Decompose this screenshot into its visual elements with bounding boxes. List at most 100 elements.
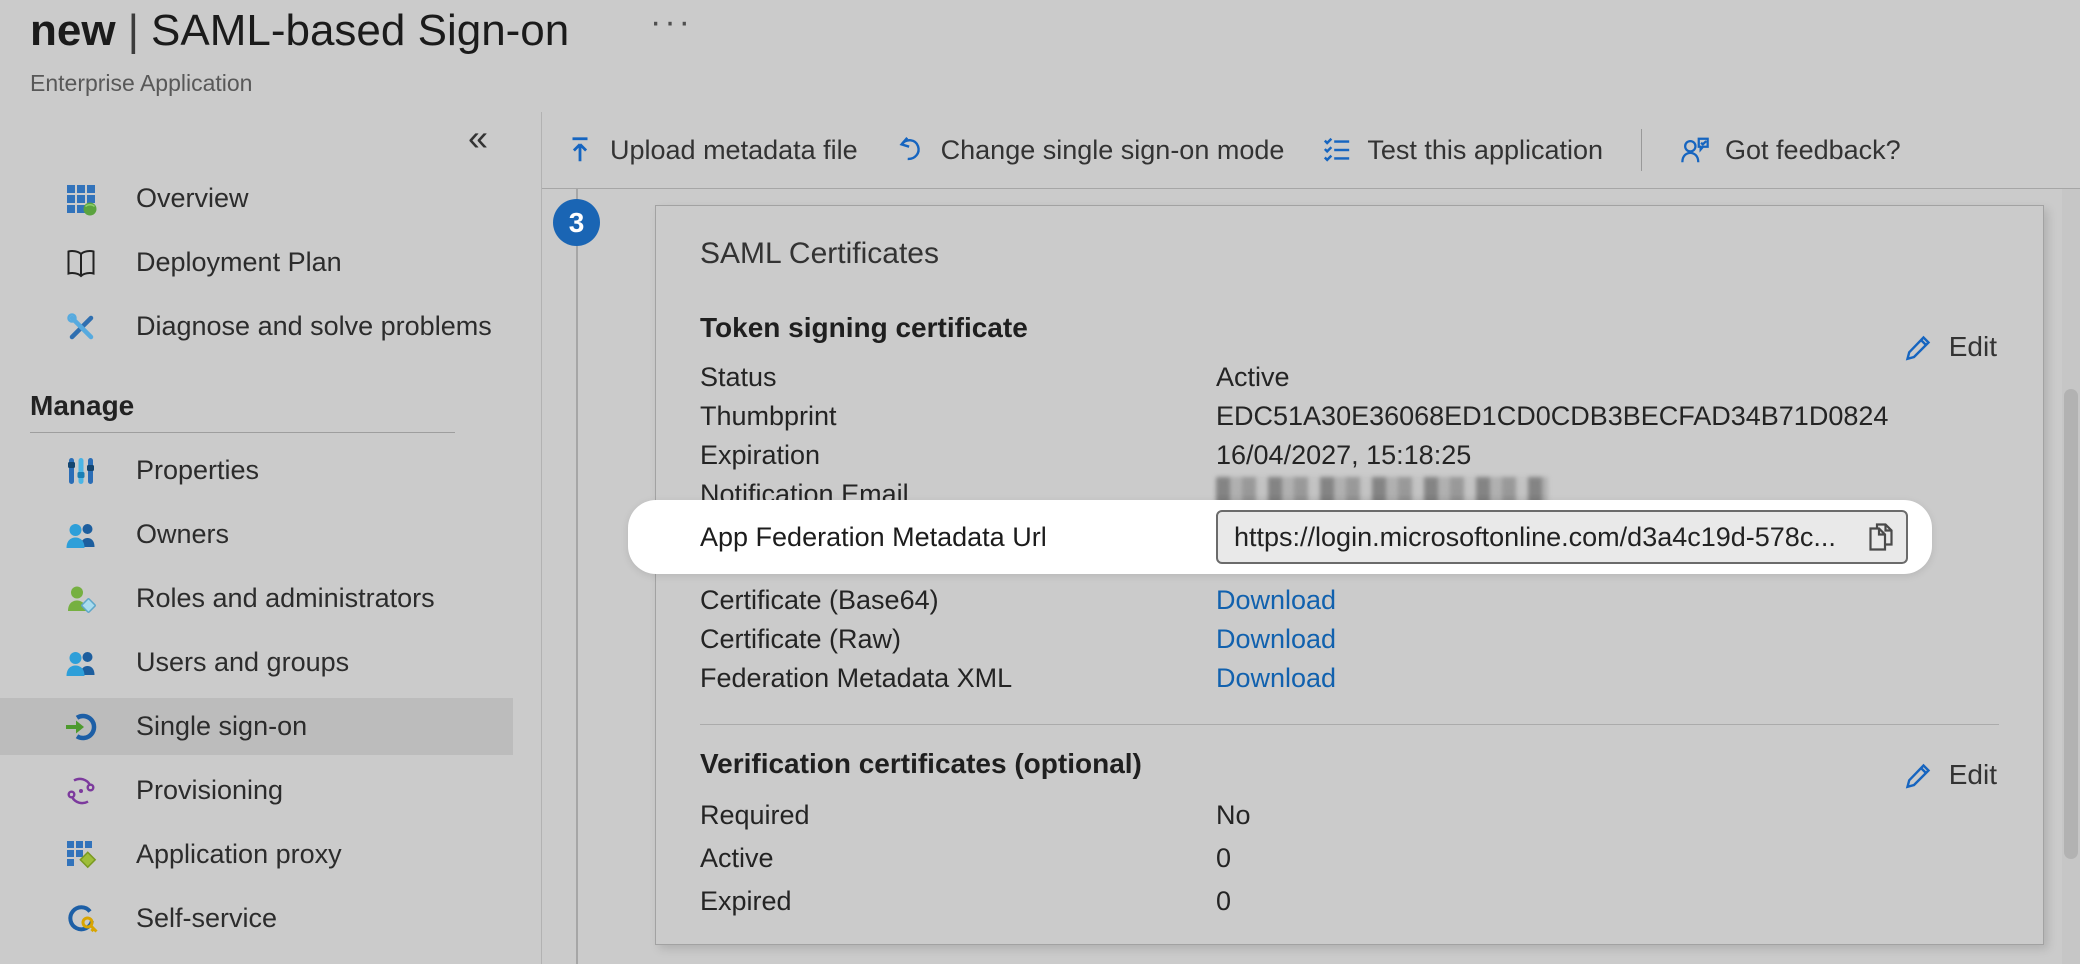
sidebar-item-label: Deployment Plan bbox=[136, 247, 342, 278]
app-name: new bbox=[30, 6, 116, 55]
metadata-url-input[interactable]: https://login.microsoftonline.com/d3a4c1… bbox=[1216, 510, 1908, 564]
row-label: Certificate (Raw) bbox=[700, 624, 1216, 655]
sidebar-item-diagnose-and-solve-problems[interactable]: Diagnose and solve problems bbox=[0, 298, 513, 355]
edit-token-certificate-button[interactable]: Edit bbox=[1903, 331, 1997, 363]
self-service-icon bbox=[64, 901, 100, 937]
azure-portal-saml-sign-on-page: { "header": { "app_name": "new", "separa… bbox=[0, 0, 2080, 964]
row-app-federation-metadata-url-highlighted: App Federation Metadata Urlhttps://login… bbox=[628, 500, 1932, 574]
row-certificate-base64: Certificate (Base64)Download bbox=[700, 581, 2043, 620]
sidebar-item-label: Owners bbox=[136, 519, 229, 550]
users-icon bbox=[64, 645, 100, 681]
saml-certificates-card: SAML Certificates Token signing certific… bbox=[655, 205, 2044, 945]
edit-label: Edit bbox=[1949, 759, 1997, 791]
row-federation-metadata-xml: Federation Metadata XMLDownload bbox=[700, 659, 2043, 698]
feedback-icon bbox=[1680, 135, 1710, 165]
sidebar-item-label: Single sign-on bbox=[136, 711, 307, 742]
roles-icon bbox=[64, 581, 100, 617]
upload-icon bbox=[565, 135, 595, 165]
overview-icon bbox=[64, 181, 100, 217]
row-value: 16/04/2027, 15:18:25 bbox=[1216, 440, 1471, 471]
sidebar-item-self-service[interactable]: Self-service bbox=[0, 890, 513, 947]
change-mode-icon bbox=[896, 135, 926, 165]
row-thumbprint: ThumbprintEDC51A30E36068ED1CD0CDB3BECFAD… bbox=[700, 397, 2043, 436]
toolbar-item-label: Got feedback? bbox=[1725, 135, 1901, 166]
step-connector-line bbox=[576, 188, 578, 964]
sidebar-item-label: Roles and administrators bbox=[136, 583, 435, 614]
sidebar-item-single-sign-on[interactable]: Single sign-on bbox=[0, 698, 513, 755]
sidebar-item-label: Self-service bbox=[136, 903, 277, 934]
sidebar-menu: Overview Deployment Plan Diagnose and solv… bbox=[0, 170, 513, 954]
verification-certificates-heading: Verification certificates (optional) bbox=[700, 747, 2043, 780]
title-separator: | bbox=[116, 6, 151, 55]
step-number-badge: 3 bbox=[553, 199, 600, 246]
collapse-sidebar-icon[interactable]: « bbox=[468, 120, 488, 156]
section-separator-line bbox=[542, 188, 2080, 189]
row-certificate-raw: Certificate (Raw)Download bbox=[700, 620, 2043, 659]
deployment-plan-icon bbox=[64, 245, 100, 281]
sidebar-item-label: Diagnose and solve problems bbox=[136, 311, 492, 342]
test-checklist-icon bbox=[1322, 135, 1352, 165]
edit-label: Edit bbox=[1949, 331, 1997, 363]
row-label: Thumbprint bbox=[700, 401, 1216, 432]
row-label: App Federation Metadata Url bbox=[700, 522, 1216, 553]
pencil-icon bbox=[1903, 759, 1935, 791]
properties-icon bbox=[64, 453, 100, 489]
toolbar-item-label: Upload metadata file bbox=[610, 135, 858, 166]
row-status: StatusActive bbox=[700, 358, 2043, 397]
download-link-certificate-raw[interactable]: Download bbox=[1216, 624, 1336, 655]
row-value: 0 bbox=[1216, 843, 1231, 874]
sidebar-item-application-proxy[interactable]: Application proxy bbox=[0, 826, 513, 883]
row-label: Federation Metadata XML bbox=[700, 663, 1216, 694]
sidebar-divider-line bbox=[30, 432, 455, 433]
blade-name: SAML-based Sign-on bbox=[151, 6, 569, 55]
sidebar-item-overview[interactable]: Overview bbox=[0, 170, 513, 227]
toolbar-item-label: Change single sign-on mode bbox=[941, 135, 1285, 166]
row-label: Expiration bbox=[700, 440, 1216, 471]
row-label: Certificate (Base64) bbox=[700, 585, 1216, 616]
row-label: Status bbox=[700, 362, 1216, 393]
row-value: EDC51A30E36068ED1CD0CDB3BECFAD34B71D0824 bbox=[1216, 401, 1888, 432]
row-expiration: Expiration16/04/2027, 15:18:25 bbox=[700, 436, 2043, 475]
owners-icon bbox=[64, 517, 100, 553]
more-menu-icon[interactable]: ··· bbox=[650, 0, 693, 44]
toolbar-item-label: Test this application bbox=[1367, 135, 1603, 166]
sidebar-item-label: Overview bbox=[136, 183, 249, 214]
row-label: Required bbox=[700, 800, 1216, 831]
application-proxy-icon bbox=[64, 837, 100, 873]
sidebar: « Overview Deployment Plan Diagnose and so… bbox=[0, 112, 513, 964]
sidebar-item-deployment-plan[interactable]: Deployment Plan bbox=[0, 234, 513, 291]
diagnose-icon bbox=[64, 309, 100, 345]
scrollbar-thumb[interactable] bbox=[2064, 389, 2078, 859]
page-title: new|SAML-based Sign-on bbox=[30, 4, 569, 58]
row-value: 0 bbox=[1216, 886, 1231, 917]
toolbar-change-single-sign-on-mode-button[interactable]: Change single sign-on mode bbox=[896, 135, 1285, 166]
toolbar-upload-metadata-file-button[interactable]: Upload metadata file bbox=[565, 135, 858, 166]
card-section-divider bbox=[700, 724, 1999, 725]
copy-icon[interactable] bbox=[1865, 520, 1897, 554]
sidebar-item-label: Application proxy bbox=[136, 839, 342, 870]
sidebar-item-label: Users and groups bbox=[136, 647, 349, 678]
card-title: SAML Certificates bbox=[700, 236, 2043, 271]
pencil-icon bbox=[1903, 331, 1935, 363]
sidebar-item-provisioning[interactable]: Provisioning bbox=[0, 762, 513, 819]
page-subtitle: Enterprise Application bbox=[30, 70, 252, 97]
row-label: Active bbox=[700, 843, 1216, 874]
toolbar-divider bbox=[1641, 129, 1642, 171]
sidebar-item-properties[interactable]: Properties bbox=[0, 442, 513, 499]
toolbar-got-feedback-button[interactable]: Got feedback? bbox=[1680, 135, 1901, 166]
row-active: Active0 bbox=[700, 837, 2043, 880]
download-link-certificate-base64[interactable]: Download bbox=[1216, 585, 1336, 616]
sidebar-item-roles-and-administrators[interactable]: Roles and administrators bbox=[0, 570, 513, 627]
page-header: new|SAML-based Sign-on ··· Enterprise Ap… bbox=[0, 0, 2080, 112]
sidebar-item-users-and-groups[interactable]: Users and groups bbox=[0, 634, 513, 691]
sidebar-item-owners[interactable]: Owners bbox=[0, 506, 513, 563]
provisioning-icon bbox=[64, 773, 100, 809]
row-expired: Expired0 bbox=[700, 880, 2043, 923]
scrollbar[interactable] bbox=[2062, 189, 2080, 964]
sidebar-group-manage: Manage bbox=[30, 390, 513, 420]
sidebar-item-label: Provisioning bbox=[136, 775, 283, 806]
single-sign-on-icon bbox=[64, 709, 100, 745]
toolbar-test-this-application-button[interactable]: Test this application bbox=[1322, 135, 1603, 166]
download-link-federation-metadata-xml[interactable]: Download bbox=[1216, 663, 1336, 694]
edit-verification-certificates-button[interactable]: Edit bbox=[1903, 759, 1997, 791]
